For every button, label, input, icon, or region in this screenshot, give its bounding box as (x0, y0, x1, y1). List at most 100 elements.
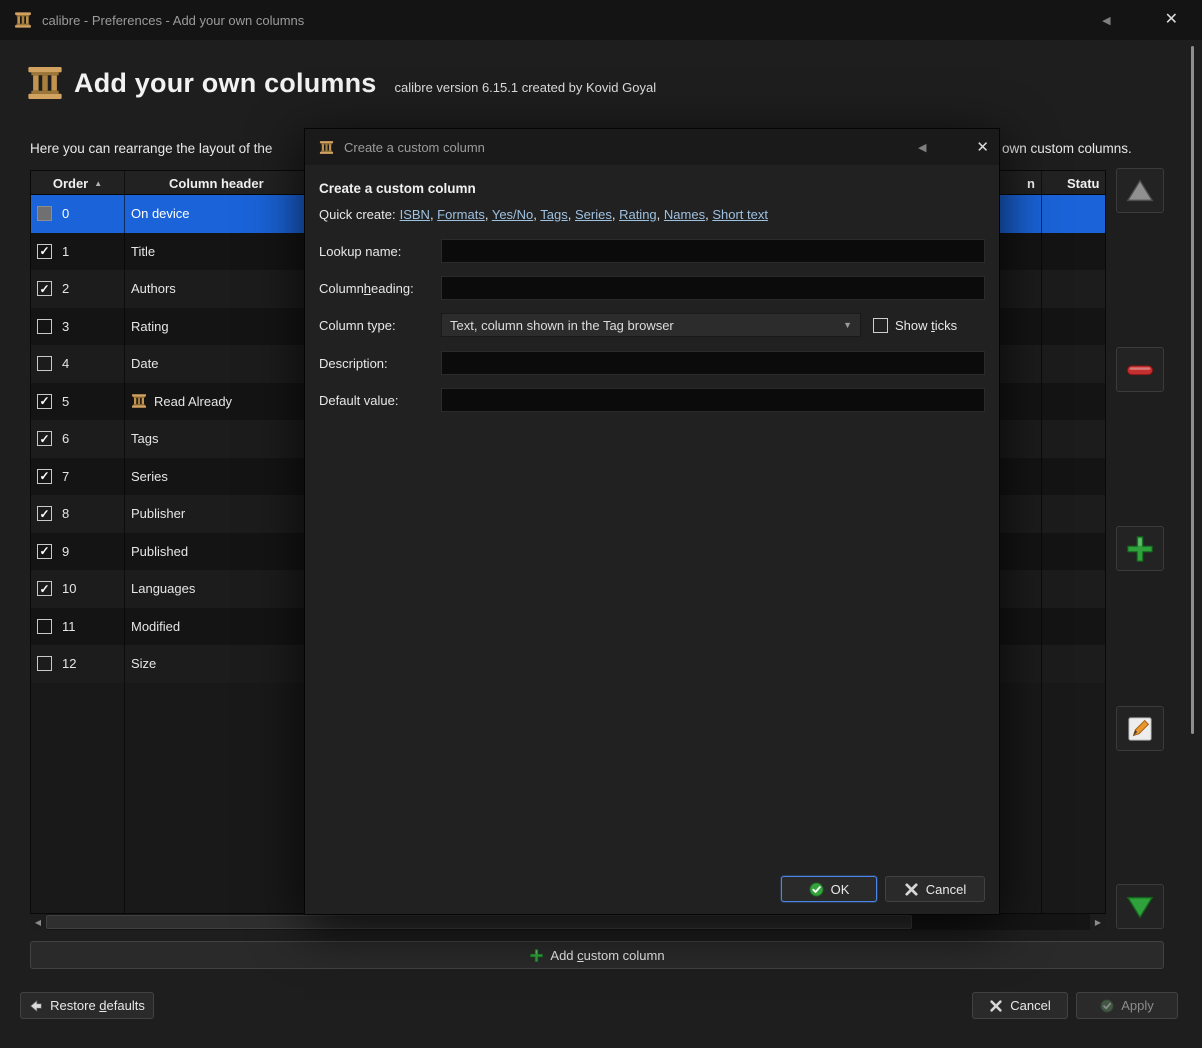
row-label: Authors (131, 281, 176, 297)
row-label: Title (131, 243, 156, 259)
row-checkbox[interactable] (37, 281, 52, 297)
row-checkbox[interactable] (37, 356, 52, 372)
link-separator: , (611, 207, 620, 222)
calibre-icon (319, 140, 334, 155)
row-label: Publisher (131, 506, 186, 522)
scroll-right-button[interactable]: ▶ (1090, 914, 1106, 930)
show-ticks-option: Show ticks (873, 313, 957, 337)
back-arrow-icon[interactable]: ◀ (1102, 14, 1110, 27)
delete-column-button[interactable] (1116, 347, 1164, 392)
row-label: Date (131, 356, 159, 372)
scroll-left-button[interactable]: ◀ (30, 914, 46, 930)
row-label: Read Already (154, 393, 233, 409)
remove-minus-icon (1125, 355, 1155, 385)
apply-button[interactable]: Apply (1076, 992, 1178, 1019)
row-checkbox[interactable] (37, 243, 52, 259)
row-checkbox[interactable] (37, 431, 52, 447)
order-header-label: Order (52, 175, 89, 191)
intro-text-right: own custom columns. (1002, 141, 1132, 156)
window-scrollbar-thumb[interactable] (1191, 46, 1194, 734)
show-ticks-checkbox[interactable] (873, 317, 888, 333)
move-up-button[interactable] (1116, 168, 1164, 213)
quick-create-link-series[interactable]: Series (575, 207, 612, 222)
row-order: 7 (62, 468, 70, 484)
order-cell: 11 (31, 608, 124, 646)
row-checkbox[interactable] (37, 206, 52, 222)
order-cell: 3 (31, 308, 124, 346)
row-order: 3 (62, 318, 70, 334)
link-separator: , (656, 207, 664, 222)
column-heading-input[interactable] (441, 276, 985, 300)
default-value-input[interactable] (441, 388, 985, 412)
version-text: calibre version 6.15.1 created by Kovid … (394, 79, 657, 95)
row-checkbox[interactable] (37, 318, 52, 334)
button-label: OK (830, 881, 850, 897)
row-checkbox[interactable] (37, 581, 52, 597)
ok-button[interactable]: OK (781, 876, 877, 902)
row-checkbox[interactable] (37, 618, 52, 634)
row-checkbox[interactable] (37, 656, 52, 672)
quick-create-link-short-text[interactable]: Short text (712, 207, 768, 222)
horizontal-scrollbar[interactable]: ◀ ▶ (30, 914, 1106, 930)
quick-create-link-isbn[interactable]: ISBN (400, 207, 430, 222)
order-cell: 4 (31, 345, 124, 383)
row-order: 8 (62, 506, 70, 522)
calibre-columns-icon (26, 64, 64, 102)
column-type-value: Text, column shown in the Tag browser (450, 317, 674, 333)
restore-defaults-button[interactable]: Restore defaults (20, 992, 154, 1019)
default-value-label: Default value: (319, 392, 399, 408)
quick-create-link-tags[interactable]: Tags (540, 207, 567, 222)
plus-icon (1125, 534, 1155, 564)
row-order: 6 (62, 431, 70, 447)
order-cell: 10 (31, 570, 124, 608)
column-header-order[interactable]: Order ▲ (31, 171, 124, 195)
order-cell: 6 (31, 420, 124, 458)
link-separator: , (567, 207, 575, 222)
close-icon[interactable]: ✕ (1165, 12, 1178, 28)
row-order: 2 (62, 281, 70, 297)
calibre-preferences-window: calibre - Preferences - Add your own col… (0, 0, 1202, 1048)
lookup-name-input[interactable] (441, 239, 985, 263)
quick-create-link-formats[interactable]: Formats (437, 207, 485, 222)
row-label: Modified (131, 618, 181, 634)
calibre-icon (14, 11, 32, 29)
chevron-down-icon: ▼ (843, 320, 852, 330)
show-ticks-label: Show ticks (895, 317, 958, 333)
column-header-status[interactable]: Statu (1067, 171, 1100, 195)
window-titlebar: calibre - Preferences - Add your own col… (0, 0, 1202, 40)
scrollbar-thumb[interactable] (46, 915, 912, 929)
row-checkbox[interactable] (37, 506, 52, 522)
table-gridline (1041, 171, 1042, 913)
cancel-button[interactable]: Cancel (972, 992, 1068, 1019)
table-gridline (124, 171, 125, 913)
intro-text-left: Here you can rearrange the layout of the (30, 141, 273, 156)
link-separator: , (484, 207, 492, 222)
order-cell: 12 (31, 645, 124, 683)
button-label: Add custom column (550, 947, 665, 963)
row-order: 5 (62, 393, 70, 409)
add-custom-column-button[interactable]: Add custom column (30, 941, 1164, 969)
cancel-x-icon (904, 882, 919, 897)
quick-create-link-names[interactable]: Names (664, 207, 705, 222)
column-type-select[interactable]: Text, column shown in the Tag browser ▼ (441, 313, 861, 337)
quick-create-link-rating[interactable]: Rating (619, 207, 657, 222)
row-checkbox[interactable] (37, 543, 52, 559)
close-icon[interactable]: ✕ (976, 140, 989, 155)
row-label: Tags (131, 431, 159, 447)
edit-column-button[interactable] (1116, 706, 1164, 751)
edit-icon (1125, 714, 1155, 744)
quick-create-link-yes-no[interactable]: Yes/No (492, 207, 533, 222)
order-cell: 2 (31, 270, 124, 308)
row-label: Published (131, 543, 189, 559)
back-arrow-icon[interactable]: ◀ (918, 141, 926, 154)
button-label: Cancel (925, 881, 967, 897)
add-column-button[interactable] (1116, 526, 1164, 571)
window-title: calibre - Preferences - Add your own col… (42, 12, 305, 28)
row-checkbox[interactable] (37, 393, 52, 409)
column-header-columnheader[interactable]: Column header (169, 171, 264, 195)
row-checkbox[interactable] (37, 468, 52, 484)
move-down-button[interactable] (1116, 884, 1164, 929)
description-label: Description: (319, 355, 388, 371)
description-input[interactable] (441, 351, 985, 375)
dialog-cancel-button[interactable]: Cancel (885, 876, 985, 902)
